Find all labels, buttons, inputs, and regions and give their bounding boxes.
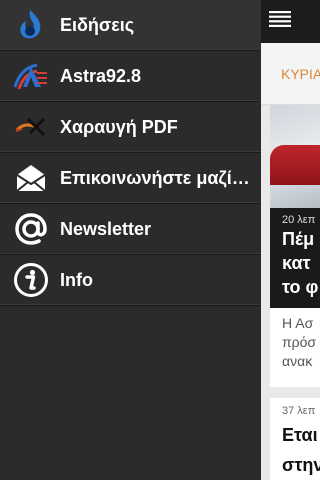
at-sign-icon bbox=[12, 210, 50, 248]
drawer-item-info[interactable]: Info bbox=[0, 255, 261, 306]
article-time: 20 λεπ bbox=[282, 214, 316, 226]
drawer-item-label: Χαραυγή PDF bbox=[60, 116, 178, 137]
radio-signal-icon bbox=[12, 57, 50, 95]
pdf-pen-icon bbox=[12, 108, 50, 146]
drawer-item-label: Ειδήσεις bbox=[60, 14, 135, 35]
news-flame-icon bbox=[12, 6, 50, 44]
drawer-item-newsletter[interactable]: Newsletter bbox=[0, 204, 261, 255]
drawer-item-label: Newsletter bbox=[60, 218, 152, 239]
drawer-item-pdf[interactable]: Χαραυγή PDF bbox=[0, 102, 261, 153]
article-time: 37 λεπ bbox=[282, 405, 316, 417]
drawer-item-label: Επικοινωνήστε μαζί μας bbox=[60, 167, 250, 188]
article-image bbox=[270, 105, 320, 208]
article-title-line: το φ bbox=[282, 277, 319, 297]
drawer-item-label: Info bbox=[60, 269, 93, 290]
article-excerpt-line: ανακ bbox=[282, 353, 313, 369]
article-excerpt-line: πρόσ bbox=[282, 334, 317, 350]
drawer-item-contact[interactable]: Επικοινωνήστε μαζί μας bbox=[0, 153, 261, 204]
envelope-icon bbox=[12, 159, 50, 197]
article-title-line: Εται bbox=[282, 425, 318, 445]
main-content: ΚΥΡΙΑ 20 λεπ Πέμ κατ το φ Η Ασ πρόσ ανακ… bbox=[261, 0, 320, 480]
drawer-item-radio[interactable]: Astra92.8 bbox=[0, 51, 261, 102]
info-icon bbox=[12, 261, 50, 299]
navigation-drawer: Ειδήσεις Astra92.8 Χαραυγή PDF Επικοινων… bbox=[0, 0, 261, 480]
article-title-line: κατ bbox=[282, 253, 311, 273]
drawer-item-news[interactable]: Ειδήσεις bbox=[0, 0, 261, 51]
article-card[interactable]: 37 λεπ Εται στην bbox=[270, 398, 320, 480]
hamburger-menu-icon[interactable] bbox=[269, 10, 291, 33]
category-tab-bar: ΚΥΡΙΑ bbox=[261, 43, 320, 105]
article-excerpt: Η Ασ πρόσ ανακ bbox=[270, 308, 320, 371]
article-title-line: στην bbox=[282, 455, 320, 475]
article-card[interactable]: 20 λεπ Πέμ κατ το φ Η Ασ πρόσ ανακ bbox=[270, 105, 320, 387]
drawer-item-label: Astra92.8 bbox=[60, 65, 142, 86]
top-app-bar bbox=[261, 0, 320, 43]
article-headline-overlay: 20 λεπ Πέμ κατ το φ bbox=[270, 208, 320, 308]
article-excerpt-line: Η Ασ bbox=[282, 315, 314, 331]
article-title-line: Πέμ bbox=[282, 229, 315, 249]
tab-main-category[interactable]: ΚΥΡΙΑ bbox=[281, 66, 320, 82]
